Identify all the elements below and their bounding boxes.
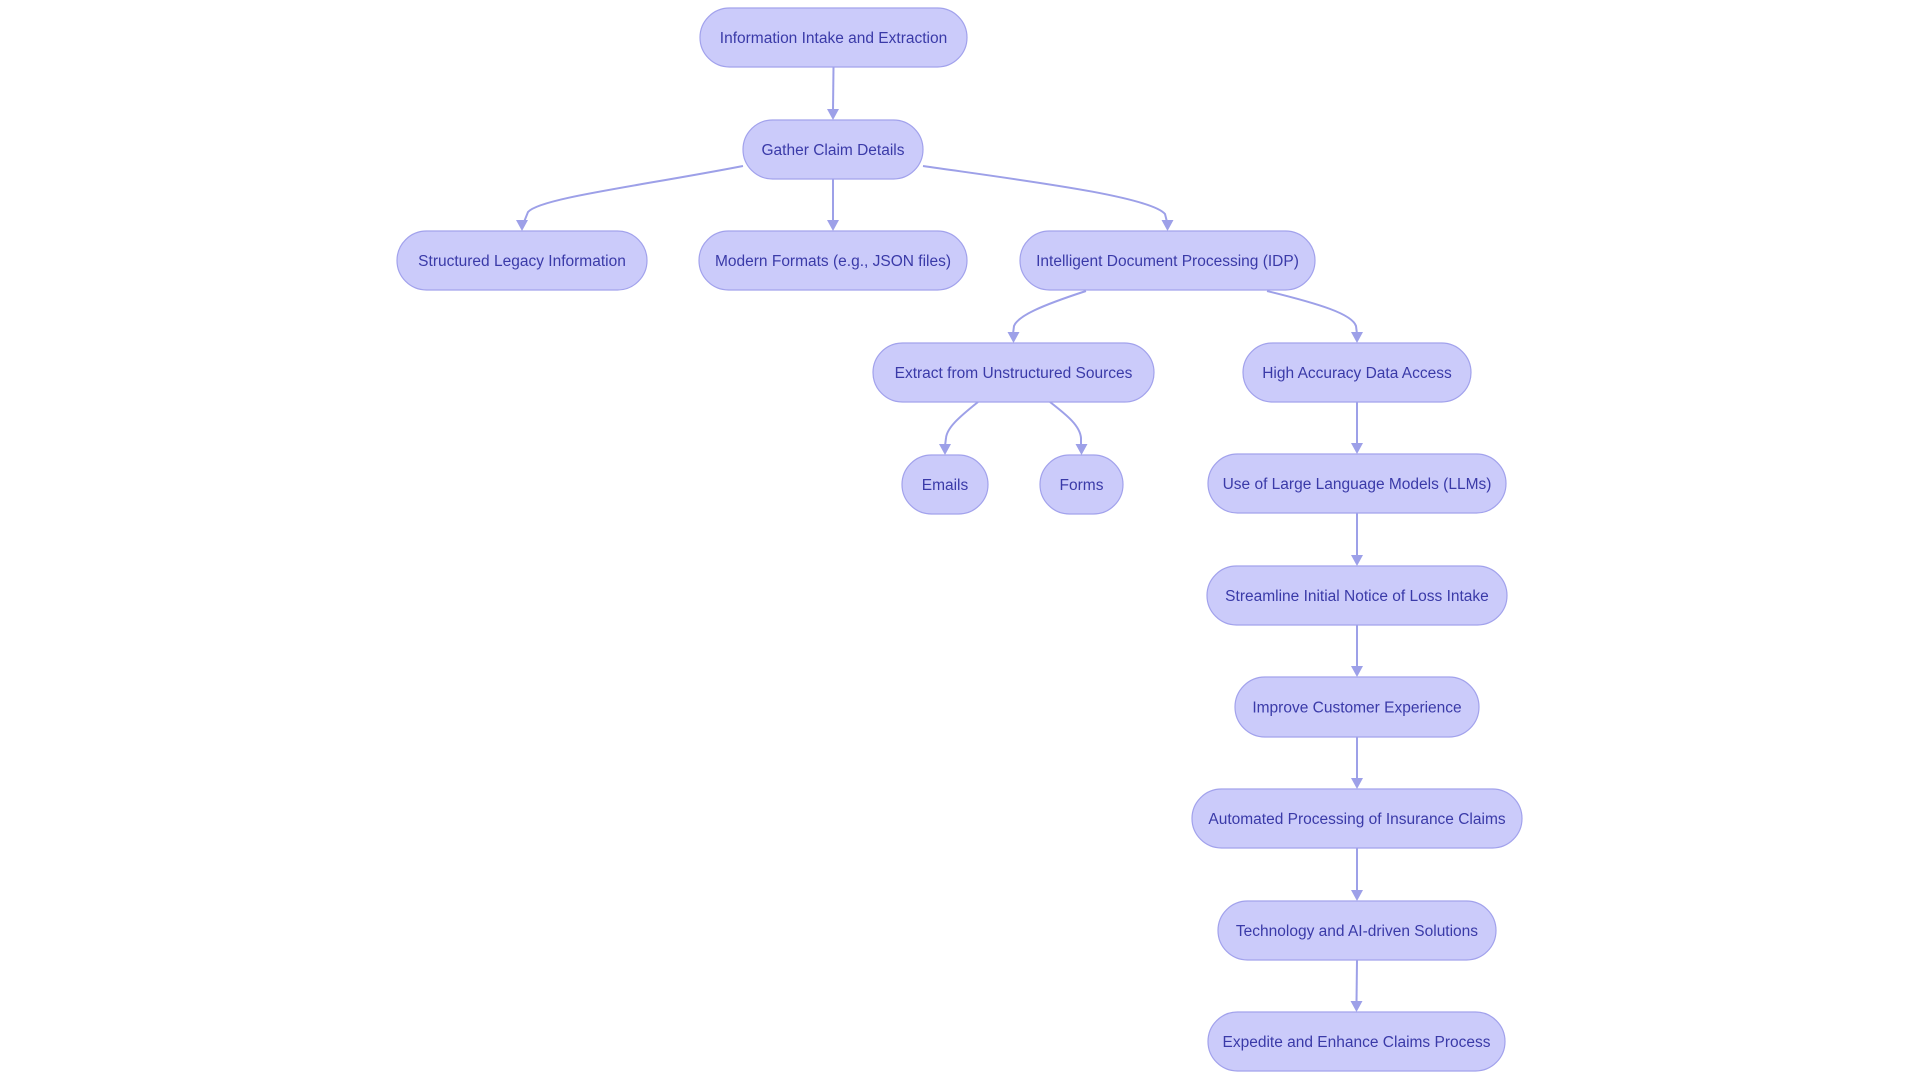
node-label: Technology and AI-driven Solutions: [1236, 923, 1478, 940]
nodes-layer: Information Intake and Extraction Gather …: [396, 7, 1523, 1072]
node-label: Structured Legacy Information: [418, 253, 626, 270]
arrow-head-icon: [1351, 443, 1363, 454]
edge-cx-to-automated: [1351, 737, 1363, 789]
node-modern[interactable]: Modern Formats (e.g., JSON files): [698, 230, 968, 291]
edge-line: [523, 165, 744, 223]
node-fnol[interactable]: Streamline Initial Notice of Loss Intake: [1206, 565, 1508, 626]
arrow-head-icon: [827, 109, 839, 120]
edge-gather-to-modern: [827, 179, 839, 231]
edge-line: [1355, 959, 1358, 1004]
arrow-head-icon: [939, 444, 951, 455]
arrow-head-icon: [1350, 1001, 1363, 1012]
node-idp[interactable]: Intelligent Document Processing (IDP): [1019, 230, 1316, 291]
edge-idp-to-extract: [1007, 290, 1087, 343]
edge-intake-to-gather: [827, 66, 839, 120]
node-emails[interactable]: Emails: [901, 454, 989, 515]
edge-extract-to-emails: [939, 401, 979, 455]
edge-automated-to-tech: [1351, 848, 1363, 901]
edge-tech-to-expedite: [1350, 959, 1363, 1012]
node-forms[interactable]: Forms: [1039, 454, 1124, 515]
edge-gather-to-idp: [922, 165, 1174, 231]
node-automated[interactable]: Automated Processing of Insurance Claims: [1191, 788, 1523, 849]
edge-line: [1012, 290, 1087, 335]
node-label: Intelligent Document Processing (IDP): [1036, 253, 1299, 270]
node-accuracy[interactable]: High Accuracy Data Access: [1242, 342, 1472, 403]
edge-line: [944, 401, 979, 447]
arrow-head-icon: [1161, 220, 1174, 231]
arrow-head-icon: [1351, 890, 1363, 901]
edge-accuracy-to-llms: [1351, 402, 1363, 454]
node-llms[interactable]: Use of Large Language Models (LLMs): [1207, 453, 1507, 514]
node-label: Use of Large Language Models (LLMs): [1223, 476, 1492, 493]
node-tech[interactable]: Technology and AI-driven Solutions: [1217, 900, 1497, 961]
node-label: Emails: [922, 477, 969, 494]
arrow-head-icon: [1351, 666, 1363, 677]
node-label: Streamline Initial Notice of Loss Intake: [1225, 588, 1489, 605]
node-label: Information Intake and Extraction: [720, 30, 947, 47]
node-cx[interactable]: Improve Customer Experience: [1234, 676, 1480, 738]
node-legacy[interactable]: Structured Legacy Information: [396, 230, 648, 291]
edge-line: [832, 66, 835, 112]
node-label: Improve Customer Experience: [1252, 700, 1461, 717]
node-label: Automated Processing of Insurance Claims: [1208, 811, 1505, 828]
arrow-head-icon: [1351, 332, 1363, 343]
arrow-head-icon: [1351, 778, 1363, 789]
node-extract[interactable]: Extract from Unstructured Sources: [872, 342, 1155, 403]
node-label: Modern Formats (e.g., JSON files): [715, 253, 951, 270]
arrow-head-icon: [827, 220, 839, 231]
edge-gather-to-legacy: [516, 165, 744, 231]
node-expedite[interactable]: Expedite and Enhance Claims Process: [1207, 1011, 1506, 1072]
node-label: Gather Claim Details: [762, 142, 905, 159]
edge-line: [1049, 401, 1082, 446]
edge-line: [922, 165, 1168, 223]
edge-llms-to-fnol: [1351, 513, 1363, 566]
edge-line: [1266, 290, 1358, 335]
edges-layer: [516, 66, 1363, 1012]
edge-extract-to-forms: [1049, 401, 1088, 455]
flowchart-diagram: Information Intake and Extraction Gather …: [396, 7, 1523, 1072]
arrow-head-icon: [1351, 555, 1363, 566]
arrow-head-icon: [1007, 332, 1020, 343]
arrow-head-icon: [516, 220, 528, 231]
node-label: Extract from Unstructured Sources: [895, 365, 1133, 382]
arrow-head-icon: [1075, 444, 1088, 455]
edge-fnol-to-cx: [1351, 625, 1363, 677]
edge-idp-to-accuracy: [1266, 290, 1363, 343]
node-intake[interactable]: Information Intake and Extraction: [699, 7, 968, 68]
node-gather[interactable]: Gather Claim Details: [742, 119, 924, 180]
node-label: High Accuracy Data Access: [1262, 365, 1452, 382]
node-label: Expedite and Enhance Claims Process: [1223, 1034, 1491, 1051]
node-label: Forms: [1060, 477, 1104, 494]
